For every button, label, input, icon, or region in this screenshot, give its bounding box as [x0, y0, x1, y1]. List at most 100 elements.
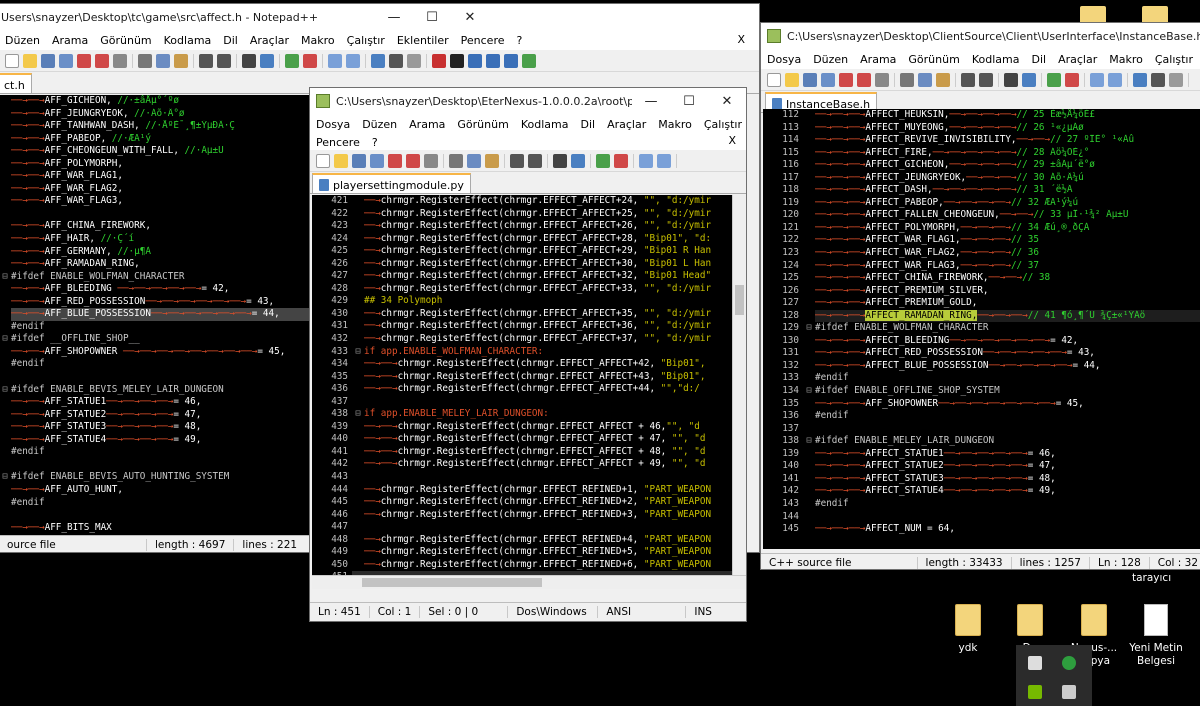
paste-icon[interactable]: [485, 153, 499, 168]
menu-item[interactable]: Araçlar: [1052, 53, 1103, 66]
close-all-icon[interactable]: [857, 72, 871, 87]
desktop-icon[interactable]: Yeni Metin Belgesi: [1116, 604, 1196, 668]
menu-item[interactable]: Görünüm: [902, 53, 965, 66]
zoom-out-icon[interactable]: [303, 53, 317, 68]
fold-marker[interactable]: ⊟: [352, 408, 364, 421]
redo-icon[interactable]: [217, 53, 231, 68]
replace-icon[interactable]: [260, 53, 274, 68]
indent-guide-icon[interactable]: [407, 53, 421, 68]
copy-icon[interactable]: [156, 53, 170, 68]
menu-item[interactable]: Dil: [1025, 53, 1052, 66]
scroll-thumb[interactable]: [362, 578, 542, 587]
stop-icon[interactable]: [450, 53, 464, 68]
cut-icon[interactable]: [900, 72, 914, 87]
save-all-icon[interactable]: [370, 153, 384, 168]
copy-icon[interactable]: [918, 72, 932, 87]
code-editor[interactable]: 421 ──→chrmgr.RegisterEffect(chrmgr.EFFEC…: [312, 195, 732, 575]
sync-h-icon[interactable]: [657, 153, 671, 168]
fold-marker[interactable]: ⊟: [803, 385, 815, 398]
network-icon[interactable]: [1062, 685, 1076, 699]
zoom-out-icon[interactable]: [614, 153, 628, 168]
tab-affect-h[interactable]: ct.h: [0, 73, 32, 93]
fold-marker[interactable]: ⊟: [0, 384, 11, 397]
vertical-scrollbar[interactable]: [732, 195, 746, 575]
save-icon[interactable]: [803, 72, 817, 87]
nvidia-icon[interactable]: [1028, 685, 1042, 699]
menu-item[interactable]: Düzen: [0, 34, 46, 47]
replace-icon[interactable]: [1022, 72, 1036, 87]
sync-v-icon[interactable]: [328, 53, 342, 68]
new-file-icon[interactable]: [5, 53, 19, 68]
menu-item[interactable]: Makro: [295, 34, 341, 47]
open-file-icon[interactable]: [785, 72, 799, 87]
code-editor[interactable]: ──→──→AFF_GICHEON, //·±âÅµ°´ºø ──→──→AFF_…: [0, 95, 311, 536]
wrap-icon[interactable]: [371, 53, 385, 68]
open-file-icon[interactable]: [23, 53, 37, 68]
menu-item[interactable]: Araçlar: [601, 118, 652, 131]
open-file-icon[interactable]: [334, 153, 348, 168]
title-bar[interactable]: C:\Users\snayzer\Desktop\ClientSource\Cl…: [761, 23, 1200, 49]
menu-item[interactable]: Görünüm: [451, 118, 514, 131]
close-icon[interactable]: [839, 72, 853, 87]
show-all-icon[interactable]: [1151, 72, 1165, 87]
menu-item[interactable]: ?: [366, 136, 384, 149]
scroll-thumb[interactable]: [735, 285, 744, 315]
menu-item[interactable]: Dil: [217, 34, 244, 47]
redo-icon[interactable]: [979, 72, 993, 87]
zoom-in-icon[interactable]: [1047, 72, 1061, 87]
menu-close-button[interactable]: X: [722, 134, 742, 147]
menu-item[interactable]: Makro: [652, 118, 698, 131]
cut-icon[interactable]: [449, 153, 463, 168]
menu-item[interactable]: Görünüm: [94, 34, 157, 47]
close-all-icon[interactable]: [406, 153, 420, 168]
save-all-icon[interactable]: [59, 53, 73, 68]
menu-item[interactable]: Arama: [46, 34, 94, 47]
security-shield-icon[interactable]: [1062, 656, 1076, 670]
close-button[interactable]: ✕: [451, 10, 489, 25]
horizontal-scrollbar[interactable]: [312, 575, 746, 589]
save-all-icon[interactable]: [821, 72, 835, 87]
find-icon[interactable]: [553, 153, 567, 168]
zoom-in-icon[interactable]: [285, 53, 299, 68]
maximize-button[interactable]: ☐: [670, 94, 708, 109]
menu-close-button[interactable]: X: [731, 33, 751, 46]
minimize-button[interactable]: —: [375, 10, 413, 25]
sync-h-icon[interactable]: [346, 53, 360, 68]
title-bar[interactable]: Users\snayzer\Desktop\tc\game\src\affect…: [0, 4, 759, 30]
spellcheck-icon[interactable]: [522, 53, 536, 68]
fold-marker[interactable]: ⊟: [0, 271, 11, 284]
screenshot-tool-icon[interactable]: [1028, 656, 1042, 670]
close-icon[interactable]: [388, 153, 402, 168]
copy-icon[interactable]: [467, 153, 481, 168]
menu-item[interactable]: Dil: [574, 118, 601, 131]
close-button[interactable]: ✕: [708, 94, 746, 109]
save-macro-icon[interactable]: [504, 53, 518, 68]
find-icon[interactable]: [242, 53, 256, 68]
menu-item[interactable]: Çalıştır: [698, 118, 746, 131]
sync-v-icon[interactable]: [1090, 72, 1104, 87]
minimize-button[interactable]: —: [632, 94, 670, 109]
maximize-button[interactable]: ☐: [413, 10, 451, 25]
menu-item[interactable]: Düzen: [356, 118, 403, 131]
paste-icon[interactable]: [174, 53, 188, 68]
undo-icon[interactable]: [199, 53, 213, 68]
title-bar[interactable]: C:\Users\snayzer\Desktop\EterNexus-1.0.0…: [310, 88, 746, 114]
undo-icon[interactable]: [961, 72, 975, 87]
record-icon[interactable]: [432, 53, 446, 68]
new-file-icon[interactable]: [316, 153, 330, 168]
save-icon[interactable]: [352, 153, 366, 168]
code-editor[interactable]: 112 ──→──→──→AFFECT_HEUKSIN,──→──→──→──→/…: [763, 109, 1200, 549]
menu-item[interactable]: Makro: [1103, 53, 1149, 66]
menu-item[interactable]: Pencere: [455, 34, 511, 47]
save-icon[interactable]: [41, 53, 55, 68]
sync-v-icon[interactable]: [639, 153, 653, 168]
menu-item[interactable]: ?: [511, 34, 529, 47]
paste-icon[interactable]: [936, 72, 950, 87]
menu-item[interactable]: Eklentiler: [391, 34, 455, 47]
fold-marker[interactable]: ⊟: [352, 346, 364, 359]
menu-item[interactable]: Kodlama: [966, 53, 1026, 66]
menu-item[interactable]: Arama: [403, 118, 451, 131]
menu-item[interactable]: Dosya: [310, 118, 356, 131]
menu-item[interactable]: Araçlar: [244, 34, 295, 47]
menu-item[interactable]: Kodlama: [158, 34, 218, 47]
